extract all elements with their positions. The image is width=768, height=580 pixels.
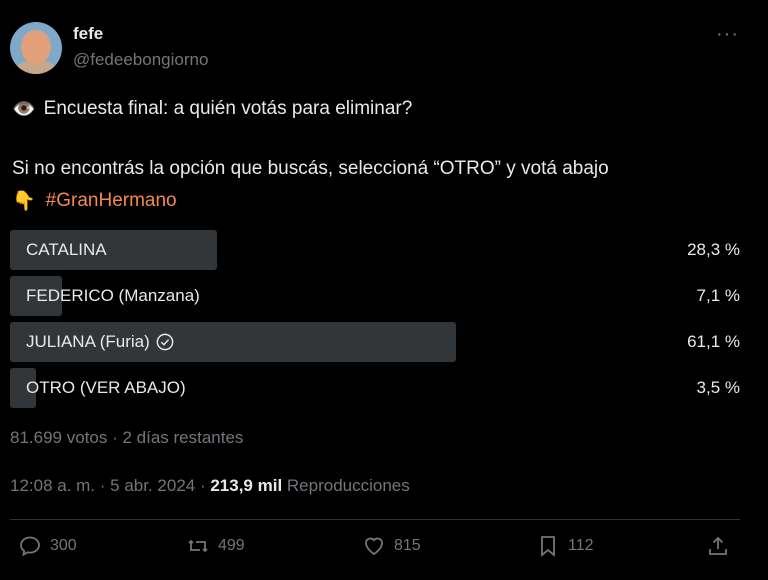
poll-option-label: FEDERICO (Manzana) (26, 286, 200, 305)
poll-meta: 81.699 votos · 2 días restantes (10, 428, 244, 447)
reply-button[interactable]: 300 (18, 534, 77, 558)
display-name[interactable]: fefe (73, 24, 103, 44)
heart-icon (365, 537, 383, 556)
tweet-line-3: 👇 #GranHermano (12, 189, 177, 213)
repost-button[interactable]: 499 (186, 534, 245, 558)
repost-icon (188, 539, 208, 553)
share-icon (709, 536, 727, 555)
bookmark-icon (541, 536, 555, 557)
hashtag-link[interactable]: #GranHermano (46, 190, 177, 212)
reply-count: 300 (50, 537, 77, 554)
tweet-question: Encuesta final: a quién votás para elimi… (43, 98, 413, 119)
poll-option-label: CATALINA (26, 240, 107, 259)
share-button[interactable] (706, 534, 730, 558)
tweet-line-1: 👁️ Encuesta final: a quién votás para el… (12, 97, 412, 121)
bookmark-count: 112 (568, 537, 594, 554)
divider (10, 519, 740, 520)
poll-option-percent: 28,3 % (687, 240, 740, 259)
poll-option-label: OTRO (VER ABAJO) (26, 378, 186, 397)
eye-emoji-icon: 👁️ (12, 99, 36, 120)
timestamp[interactable]: 12:08 a. m. · 5 abr. 2024 · (10, 476, 210, 495)
poll-option-percent: 7,1 % (696, 286, 740, 305)
user-handle[interactable]: @fedeebongiorno (73, 50, 208, 70)
avatar-face (21, 30, 51, 64)
pointing-down-emoji-icon: 👇 (12, 191, 36, 212)
avatar[interactable] (10, 22, 62, 74)
reply-icon (20, 536, 40, 557)
poll-option: JULIANA (Furia) 61,1 % (10, 322, 740, 362)
tweet-line-2: Si no encontrás la opción que buscás, se… (12, 158, 609, 179)
bookmark-button[interactable]: 112 (536, 534, 594, 558)
repost-count: 499 (218, 537, 245, 554)
poll-option: FEDERICO (Manzana) 7,1 % (10, 276, 740, 316)
like-count: 815 (394, 537, 421, 554)
poll-option: CATALINA 28,3 % (10, 230, 740, 270)
poll-option-label: JULIANA (Furia) (26, 332, 174, 352)
poll-option: OTRO (VER ABAJO) 3,5 % (10, 368, 740, 408)
poll-option-percent: 61,1 % (687, 332, 740, 351)
poll-option-percent: 3,5 % (696, 378, 740, 397)
poll: CATALINA 28,3 % FEDERICO (Manzana) 7,1 %… (10, 230, 740, 414)
views-label: Reproducciones (282, 476, 410, 495)
more-options-icon[interactable]: ··· (716, 23, 739, 46)
tweet-timestamp-row: 12:08 a. m. · 5 abr. 2024 · 213,9 mil Re… (10, 476, 410, 496)
action-bar: 300 499 815 112 (18, 534, 738, 568)
like-button[interactable]: 815 (362, 534, 421, 558)
selected-check-icon (156, 333, 174, 351)
views-count: 213,9 mil (210, 476, 283, 495)
